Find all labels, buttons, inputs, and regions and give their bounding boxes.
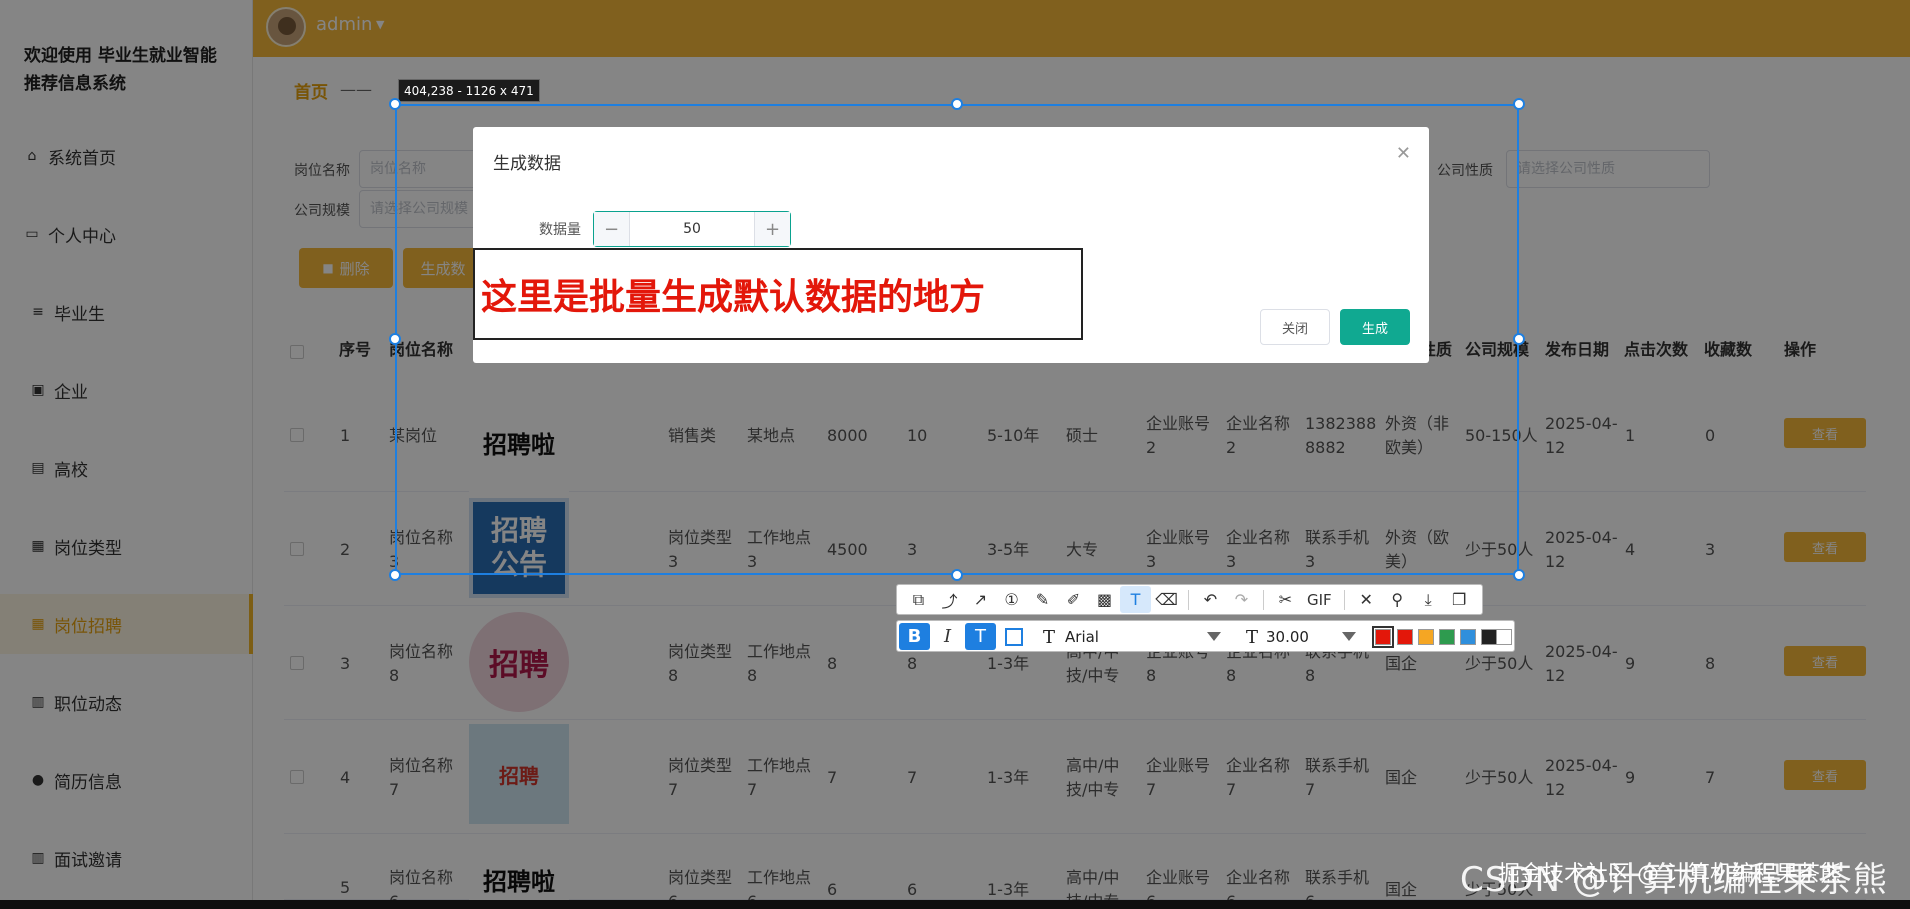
font-family-value: Arial (1065, 628, 1099, 646)
chevron-down-icon (1342, 632, 1356, 641)
resize-handle[interactable] (951, 569, 963, 581)
toolbar-divider (1263, 589, 1264, 610)
highlighter-icon[interactable]: ✐ (1058, 586, 1089, 613)
color-swatch-red[interactable] (1397, 629, 1413, 645)
mosaic-icon[interactable]: ▩ (1089, 586, 1120, 613)
text-tool-icon[interactable]: T (1120, 586, 1151, 613)
arrow-icon[interactable]: ↗ (965, 586, 996, 613)
font-size-value: 30.00 (1266, 628, 1309, 646)
number-marker-icon[interactable]: ① (996, 586, 1027, 613)
capture-selection[interactable] (395, 104, 1519, 575)
font-size-icon: T (1246, 626, 1259, 648)
bottom-edge (0, 900, 1910, 909)
selection-dimensions: 404,238 - 1126 x 471 (398, 79, 540, 102)
watermark-overlay: 掘金技术社区 @ 计算机编程果茶熊 (1498, 862, 1842, 887)
color-swatch-white[interactable] (1496, 629, 1512, 645)
font-size-select[interactable]: T 30.00 (1242, 625, 1362, 649)
download-icon[interactable]: ⤓ (1413, 586, 1444, 613)
toolbar-divider (1188, 589, 1189, 610)
italic-icon[interactable]: I (932, 623, 963, 650)
text-background-icon[interactable] (998, 623, 1029, 650)
color-swatch-black[interactable] (1481, 629, 1497, 645)
resize-handle[interactable] (389, 569, 401, 581)
resize-handle[interactable] (1513, 333, 1525, 345)
polyline-icon[interactable]: ⤴ (934, 586, 965, 613)
gif-button[interactable]: GIF (1301, 591, 1338, 609)
resize-handle[interactable] (389, 333, 401, 345)
shape-icon[interactable]: ⧉ (903, 586, 934, 613)
undo-icon[interactable]: ↶ (1195, 586, 1226, 613)
text-outline-icon[interactable]: T (965, 623, 996, 650)
pencil-icon[interactable]: ✎ (1027, 586, 1058, 613)
chevron-down-icon (1207, 632, 1221, 641)
resize-handle[interactable] (1513, 98, 1525, 110)
close-icon[interactable]: ✕ (1351, 586, 1382, 613)
text-format-toolbar: B I T T Arial T 30.00 (896, 620, 1515, 652)
resize-handle[interactable] (389, 98, 401, 110)
resize-handle[interactable] (1513, 569, 1525, 581)
bold-icon[interactable]: B (899, 623, 930, 650)
color-swatch-red-selected[interactable] (1372, 626, 1394, 648)
color-swatch-blue[interactable] (1460, 629, 1476, 645)
eraser-icon[interactable]: ⌫ (1151, 586, 1182, 613)
copy-icon[interactable]: ❐ (1444, 586, 1475, 613)
color-swatch-orange[interactable] (1418, 629, 1434, 645)
redo-icon[interactable]: ↷ (1226, 586, 1257, 613)
color-swatch-green[interactable] (1439, 629, 1455, 645)
pin-icon[interactable]: ⚲ (1382, 586, 1413, 613)
resize-handle[interactable] (951, 98, 963, 110)
font-icon: T (1043, 626, 1056, 648)
toolbar-divider (1343, 589, 1345, 610)
scissors-icon[interactable]: ✂ (1270, 586, 1301, 613)
capture-toolbar: ⧉ ⤴ ↗ ① ✎ ✐ ▩ T ⌫ ↶ ↷ ✂ GIF ✕ ⚲ ⤓ ❐ (896, 584, 1483, 615)
font-family-select[interactable]: T Arial (1037, 625, 1227, 649)
